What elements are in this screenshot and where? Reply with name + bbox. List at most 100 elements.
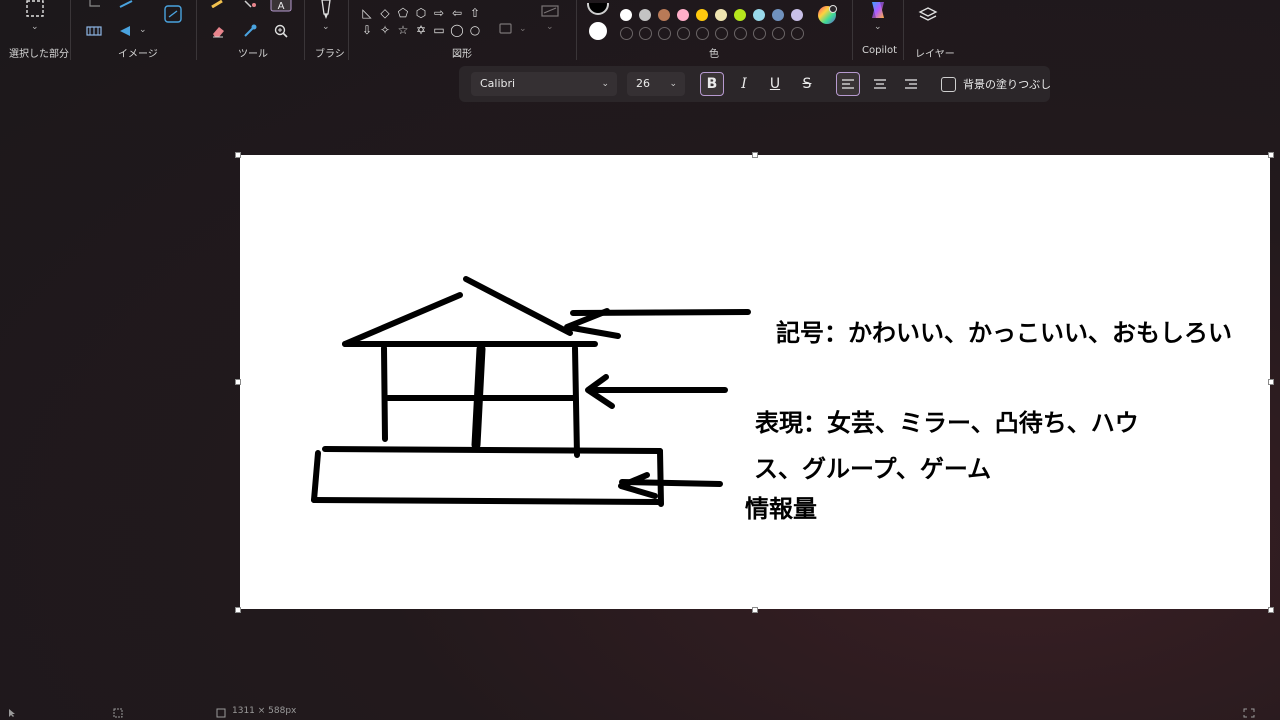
roof-right-stroke (463, 276, 573, 336)
color-picker-icon[interactable] (242, 23, 258, 39)
custom-color-slot[interactable] (715, 27, 728, 40)
canvas-text-line2[interactable]: 表現：女芸、ミラー、凸待ち、ハウ (755, 403, 1139, 438)
palette-color-swatch[interactable] (620, 9, 632, 21)
right-triangle-shape-icon[interactable]: ◺ (359, 6, 375, 20)
edit-colors-icon[interactable] (817, 4, 839, 26)
palette-color-swatch[interactable] (791, 9, 803, 21)
palette-color-swatch[interactable] (734, 9, 746, 21)
resize-handle-left[interactable] (235, 379, 241, 385)
custom-color-slot[interactable] (658, 27, 671, 40)
group-label-copilot: Copilot (862, 45, 898, 56)
resize-handle-right[interactable] (1268, 379, 1274, 385)
align-center-button[interactable] (868, 72, 892, 96)
align-left-button[interactable] (836, 72, 860, 96)
ribbon-divider (852, 0, 853, 60)
ribbon-divider (903, 0, 904, 60)
base-right-stroke (657, 448, 664, 507)
custom-color-slot[interactable] (772, 27, 785, 40)
flip-icon[interactable] (118, 24, 134, 38)
arrow-shaft-3 (619, 479, 723, 487)
canvas-text-line1[interactable]: 記号：かわいい、かっこいい、おもしろい (776, 313, 1232, 348)
left-arrow-shape-icon[interactable]: ⇦ (449, 6, 465, 20)
palette-color-swatch[interactable] (715, 9, 727, 21)
custom-color-slot[interactable] (734, 27, 747, 40)
ribbon-divider (70, 0, 71, 60)
ribbon-toolbar: ⌄ 選択した部分 ⌄ イメージ A ツール ⌄ ブラシ ◺ ◇ ⬠ ⬡ ⇨ ⇦ … (0, 0, 1280, 64)
oval-callout-shape-icon[interactable]: ◯ (449, 23, 465, 37)
palette-color-swatch[interactable] (753, 9, 765, 21)
resize-handle-bottom-left[interactable] (235, 607, 241, 613)
chevron-down-icon[interactable]: ⌄ (874, 22, 882, 32)
five-point-star-shape-icon[interactable]: ☆ (395, 23, 411, 37)
canvas-text-line4[interactable]: 情報量 (745, 489, 817, 524)
text-tool-icon[interactable]: A (270, 0, 292, 12)
four-point-star-shape-icon[interactable]: ✧ (377, 23, 393, 37)
chevron-down-icon[interactable]: ⌄ (546, 22, 554, 32)
rect-callout-shape-icon[interactable]: ▭ (431, 23, 447, 37)
roof-left-stroke (342, 292, 463, 347)
underline-button[interactable]: U (763, 72, 787, 96)
palette-color-swatch[interactable] (658, 9, 670, 21)
canvas-text-line3[interactable]: ス、グループ、ゲーム (754, 449, 991, 484)
resize-icon[interactable] (118, 0, 134, 8)
font-size-select[interactable]: 26 ⌄ (627, 72, 685, 96)
house-drawing (311, 276, 751, 507)
chevron-down-icon[interactable]: ⌄ (322, 22, 330, 32)
drawing-canvas[interactable]: 記号：かわいい、かっこいい、おもしろい 表現：女芸、ミラー、凸待ち、ハウ ス、グ… (240, 155, 1270, 609)
layers-icon[interactable] (918, 6, 938, 26)
ribbon-divider (304, 0, 305, 60)
image-crop-icon[interactable] (163, 4, 183, 24)
right-arrow-shape-icon[interactable]: ⇨ (431, 6, 447, 20)
resize-handle-top[interactable] (752, 152, 758, 158)
copilot-icon[interactable] (867, 0, 889, 20)
resize-handle-top-right[interactable] (1268, 152, 1274, 158)
font-family-value: Calibri (480, 77, 516, 90)
chevron-down-icon: ⌄ (669, 79, 677, 89)
custom-color-slot[interactable] (620, 27, 633, 40)
palette-color-swatch[interactable] (772, 9, 784, 21)
selection-rectangle-icon[interactable] (25, 0, 45, 18)
resize-handle-bottom[interactable] (752, 607, 758, 613)
six-point-star-shape-icon[interactable]: ✡ (413, 23, 429, 37)
palette-color-swatch[interactable] (677, 9, 689, 21)
cloud-callout-shape-icon[interactable]: ○ (467, 23, 483, 37)
up-arrow-shape-icon[interactable]: ⇧ (467, 6, 483, 20)
custom-color-slot[interactable] (696, 27, 709, 40)
hexagon-shape-icon[interactable]: ⬡ (413, 6, 429, 20)
remove-background-icon[interactable] (86, 24, 102, 38)
custom-color-slot[interactable] (753, 27, 766, 40)
strikethrough-button[interactable]: S (795, 72, 819, 96)
resize-handle-top-left[interactable] (235, 152, 241, 158)
font-size-value: 26 (636, 77, 650, 90)
chevron-down-icon[interactable]: ⌄ (139, 25, 147, 35)
eraser-icon[interactable] (210, 23, 226, 39)
palette-color-swatch[interactable] (696, 9, 708, 21)
fit-to-window-icon[interactable] (1243, 708, 1255, 718)
custom-color-slot[interactable] (677, 27, 690, 40)
bold-button[interactable]: B (700, 72, 724, 96)
brush-icon[interactable] (316, 0, 336, 20)
chevron-down-icon[interactable]: ⌄ (519, 24, 527, 34)
pentagon-shape-icon[interactable]: ⬠ (395, 6, 411, 20)
custom-color-slot[interactable] (791, 27, 804, 40)
secondary-color-swatch[interactable] (589, 22, 607, 40)
shape-outline-icon[interactable] (498, 20, 514, 36)
shape-fill-icon[interactable] (540, 2, 560, 20)
wall-left-stroke (381, 345, 388, 442)
pencil-icon[interactable] (210, 0, 226, 8)
resize-handle-bottom-right[interactable] (1268, 607, 1274, 613)
palette-color-swatch[interactable] (639, 9, 651, 21)
shapes-gallery[interactable]: ◺ ◇ ⬠ ⬡ ⇨ ⇦ ⇧ ⇩ ✧ ☆ ✡ ▭ ◯ ○ (355, 0, 487, 48)
primary-color-swatch[interactable] (587, 0, 609, 15)
crop-icon[interactable] (86, 0, 102, 8)
magnifier-icon[interactable] (273, 23, 289, 39)
fill-icon[interactable] (242, 0, 258, 8)
chevron-down-icon[interactable]: ⌄ (31, 22, 39, 32)
custom-color-slot[interactable] (639, 27, 652, 40)
font-family-select[interactable]: Calibri ⌄ (471, 72, 617, 96)
italic-button[interactable]: I (732, 72, 756, 96)
align-right-button[interactable] (899, 72, 923, 96)
fill-background-checkbox[interactable] (941, 77, 956, 92)
down-arrow-shape-icon[interactable]: ⇩ (359, 23, 375, 37)
diamond-shape-icon[interactable]: ◇ (377, 6, 393, 20)
